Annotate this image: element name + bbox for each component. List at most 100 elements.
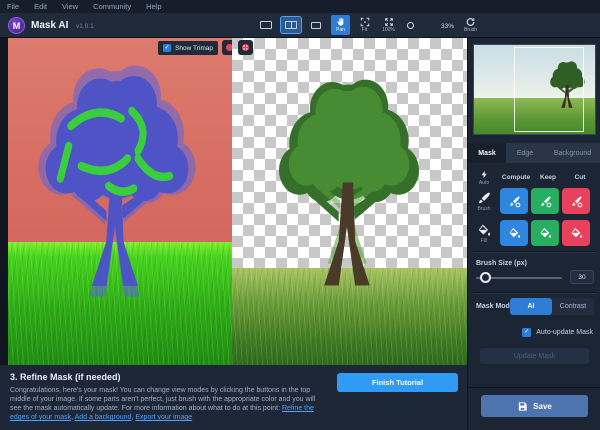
reset-circle-arrow-icon [464,17,477,27]
show-trimap-toggle[interactable]: ✓ Show Trimap [158,41,218,55]
column-cut-label: Cut [564,174,596,181]
tutorial-footer: 3. Refine Mask (if needed) Congratulatio… [0,365,467,430]
save-floppy-icon [517,401,528,412]
fit-icon [359,17,371,27]
mask-mode-ai-button[interactable]: AI [510,298,552,315]
app-title: Mask AI [31,20,68,31]
fill-cut-button[interactable] [562,220,590,246]
auto-update-label: Auto-update Mask [536,329,593,336]
image-viewer: ✓ Show Trimap [0,38,467,365]
brush-size-value[interactable]: 30 [570,270,594,284]
show-trimap-checkbox[interactable]: ✓ [163,44,171,52]
hand-icon [335,17,346,27]
side-by-side-view-icon [311,22,321,29]
fill-compute-button[interactable] [500,220,528,246]
brush-icon [477,191,491,206]
expand-arrows-icon [383,17,395,27]
mask-mode-label: Mask Mode [476,303,514,310]
brush-keep-button[interactable] [531,188,559,214]
app-logo-icon: M [8,17,25,34]
pan-tool-button[interactable]: Pan [331,15,350,35]
reset-brush-label: Brush [464,28,477,33]
single-view-icon [260,21,272,29]
brush-tool-row: Brush [468,188,600,214]
dotted-red-circle-icon [241,43,250,52]
brush-size-label: Brush Size (px) [476,260,527,267]
result-tree [246,60,452,305]
link-export-image[interactable]: Export your image [135,414,192,421]
menu-view[interactable]: View [62,2,78,11]
brush-tool-label: Brush [477,207,490,212]
divider [473,251,596,252]
mask-mode-group: AI Contrast [510,298,594,315]
tab-mask[interactable]: Mask [468,143,506,163]
split-view-icon [285,21,297,29]
tool-grid-header: Auto Compute Keep Cut [468,169,600,186]
brush-compute-icon [507,194,522,209]
fit-zoom-label: Fit [362,28,368,33]
tab-background[interactable]: Background [544,143,600,163]
step-body-text: Congratulations, here's your mask! You c… [10,387,315,412]
auto-label: Auto [479,181,489,186]
zoom-100-button[interactable]: 100% [379,15,398,35]
fill-tool-name: Fill [468,223,500,244]
brush-size-slider-handle[interactable] [480,272,491,283]
fill-compute-icon [507,226,522,241]
finish-tutorial-button[interactable]: Finish Tutorial [337,373,458,392]
paint-bucket-icon [477,223,491,238]
column-keep-label: Keep [532,174,564,181]
brush-compute-button[interactable] [500,188,528,214]
step-body: Congratulations, here's your mask! You c… [10,386,320,422]
side-by-side-view-button[interactable] [306,17,326,33]
navigator-thumbnail[interactable] [473,44,596,135]
split-view-button[interactable] [281,17,301,33]
link-add-background[interactable]: Add a background [75,414,132,421]
zoom-percent: 33% [441,23,454,30]
menu-community[interactable]: Community [93,2,131,11]
step-heading: 3. Refine Mask (if needed) [10,372,121,382]
panel-tabs: Mask Edge Background [468,143,600,163]
zoom-100-label: 100% [382,28,395,33]
single-view-button[interactable] [256,17,276,33]
auto-update-checkbox[interactable]: ✓ [522,328,531,337]
app-version: v1.0.1 [76,23,94,30]
update-mask-button[interactable]: Update Mask [480,348,589,364]
mask-mode-contrast-button[interactable]: Contrast [552,298,594,315]
right-panel: Mask Edge Background Auto Compute Keep C… [467,38,600,430]
brush-keep-icon [538,194,553,209]
fill-tool-label: Fill [481,239,487,244]
red-dot-icon [225,43,232,52]
menu-bar: File Edit View Community Help [0,0,600,13]
auto-compute-button[interactable]: Auto [468,169,500,186]
fill-keep-button[interactable] [531,220,559,246]
overlay-opacity-button[interactable] [238,40,253,55]
pan-tool-label: Pan [336,28,345,33]
show-trimap-label: Show Trimap [175,45,213,52]
mask-color-button[interactable] [222,40,232,55]
menu-help[interactable]: Help [146,2,161,11]
save-button-label: Save [533,402,552,411]
navigator-view-rect[interactable] [514,47,584,132]
divider [473,292,596,293]
menu-edit[interactable]: Edit [34,2,47,11]
brush-cut-icon [569,194,584,209]
result-view-pane[interactable] [232,38,467,365]
reset-brush-button[interactable]: Brush [461,15,480,35]
fit-zoom-button[interactable]: Fit [355,15,374,35]
title-bar: M Mask AI v1.0.1 Pan Fit [0,13,600,38]
brush-cut-button[interactable] [562,188,590,214]
mask-ai-window: File Edit View Community Help M Mask AI … [0,0,600,430]
column-compute-label: Compute [500,174,532,181]
divider [468,387,600,388]
lightning-icon [480,169,489,180]
toolbar: Pan Fit 100% 33% Brush [256,15,480,37]
tab-edge[interactable]: Edge [506,143,544,163]
menu-file[interactable]: File [7,2,19,11]
fill-cut-icon [569,226,584,241]
zoom-slider-handle[interactable] [407,22,414,29]
trimap-tree-mask [12,56,222,306]
fill-keep-icon [538,226,553,241]
auto-update-row: ✓ Auto-update Mask [468,328,600,337]
trimap-view-pane[interactable]: ✓ Show Trimap [8,38,232,365]
save-button[interactable]: Save [481,395,588,417]
